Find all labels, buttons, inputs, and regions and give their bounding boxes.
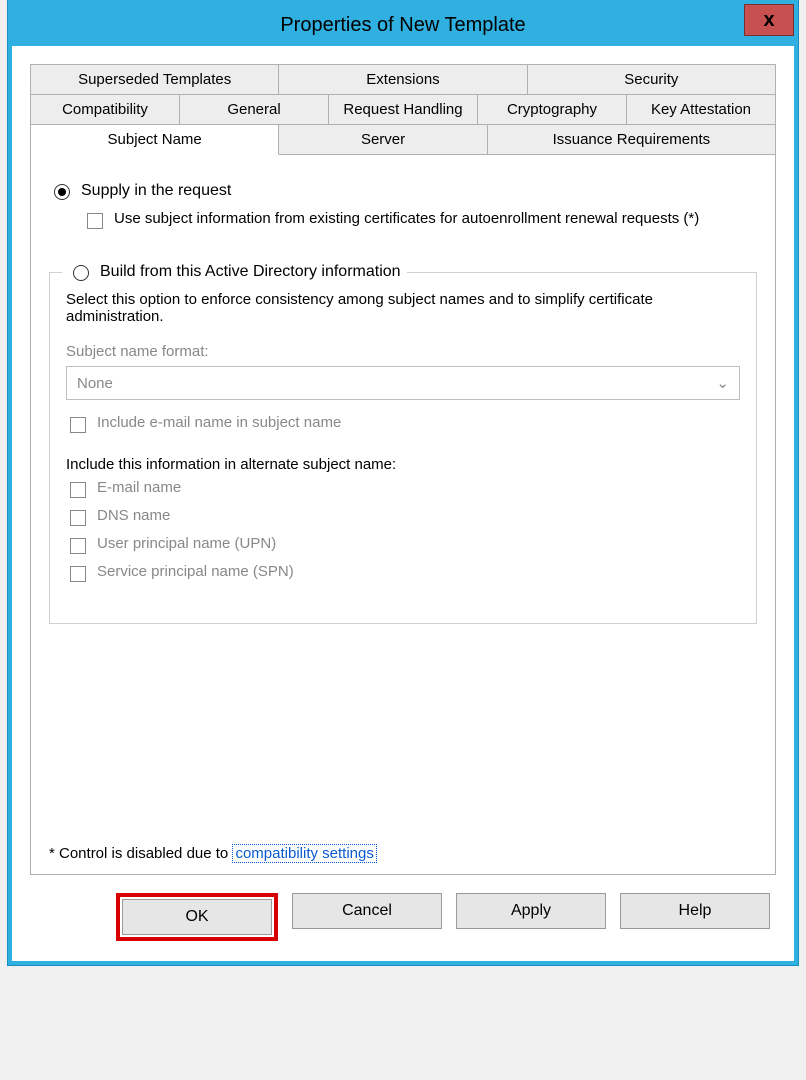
checkbox-spn-row: Service principal name (SPN): [66, 563, 740, 585]
checkbox-include-email-row: Include e-mail name in subject name: [66, 414, 740, 436]
checkbox-spn-label: Service principal name (SPN): [97, 563, 294, 580]
tab-key-attestation[interactable]: Key Attestation: [627, 95, 775, 124]
title-bar: Properties of New Template x: [12, 4, 794, 46]
tab-row-1: Superseded Templates Extensions Security: [31, 64, 775, 94]
tab-panel-subject-name: Supply in the request Use subject inform…: [30, 155, 776, 875]
apply-button[interactable]: Apply: [456, 893, 606, 929]
tab-general[interactable]: General: [180, 95, 329, 124]
tab-row-2: Compatibility General Request Handling C…: [31, 94, 775, 124]
tab-strip: Superseded Templates Extensions Security…: [30, 64, 776, 155]
tab-security[interactable]: Security: [528, 65, 775, 94]
footnote: * Control is disabled due to compatibili…: [49, 845, 377, 862]
tab-subject-name[interactable]: Subject Name: [31, 125, 279, 155]
group-build-from-ad: Build from this Active Directory informa…: [49, 272, 757, 624]
dialog-button-row: OK Cancel Apply Help: [30, 875, 776, 947]
tab-cryptography[interactable]: Cryptography: [478, 95, 627, 124]
dialog-body: Superseded Templates Extensions Security…: [12, 46, 794, 961]
checkbox-spn[interactable]: [70, 566, 86, 582]
checkbox-include-email-label: Include e-mail name in subject name: [97, 414, 341, 431]
checkbox-upn-row: User principal name (UPN): [66, 535, 740, 557]
subject-name-format-select[interactable]: None ⌄: [66, 366, 740, 400]
tab-extensions[interactable]: Extensions: [279, 65, 527, 94]
tab-server[interactable]: Server: [279, 125, 487, 154]
ok-highlight: OK: [116, 893, 278, 941]
checkbox-use-existing-row: Use subject information from existing ce…: [83, 210, 757, 232]
cancel-button[interactable]: Cancel: [292, 893, 442, 929]
close-button[interactable]: x: [744, 4, 794, 36]
tab-superseded-templates[interactable]: Superseded Templates: [31, 65, 279, 94]
tab-issuance-requirements[interactable]: Issuance Requirements: [488, 125, 775, 154]
checkbox-email-name[interactable]: [70, 482, 86, 498]
checkbox-email-name-row: E-mail name: [66, 479, 740, 501]
compatibility-settings-link[interactable]: compatibility settings: [232, 844, 376, 863]
subject-name-format-value: None: [77, 375, 113, 392]
checkbox-use-existing-label: Use subject information from existing ce…: [114, 210, 699, 227]
radio-build-label: Build from this Active Directory informa…: [100, 263, 401, 281]
radio-supply-in-request-row: Supply in the request: [49, 181, 757, 200]
tab-request-handling[interactable]: Request Handling: [329, 95, 478, 124]
subject-name-format-label: Subject name format:: [66, 343, 740, 360]
dialog-title: Properties of New Template: [280, 14, 525, 37]
checkbox-upn-label: User principal name (UPN): [97, 535, 276, 552]
radio-build-from-ad-row: Build from this Active Directory informa…: [62, 262, 407, 281]
checkbox-use-existing[interactable]: [87, 213, 103, 229]
checkbox-dns-name-row: DNS name: [66, 507, 740, 529]
checkbox-upn[interactable]: [70, 538, 86, 554]
chevron-down-icon: ⌄: [716, 374, 729, 392]
radio-supply-label: Supply in the request: [81, 182, 231, 200]
tab-compatibility[interactable]: Compatibility: [31, 95, 180, 124]
close-icon: x: [763, 9, 774, 32]
tab-row-3: Subject Name Server Issuance Requirement…: [31, 124, 775, 154]
footnote-text: * Control is disabled due to: [49, 845, 232, 862]
checkbox-dns-name[interactable]: [70, 510, 86, 526]
build-description: Select this option to enforce consistenc…: [66, 291, 740, 325]
radio-supply-in-request[interactable]: [54, 184, 70, 200]
help-button[interactable]: Help: [620, 893, 770, 929]
ok-button[interactable]: OK: [122, 899, 272, 935]
checkbox-email-name-label: E-mail name: [97, 479, 181, 496]
radio-build-from-ad[interactable]: [73, 265, 89, 281]
dialog-properties-new-template: Properties of New Template x Superseded …: [8, 0, 798, 965]
checkbox-dns-name-label: DNS name: [97, 507, 170, 524]
alt-subject-header: Include this information in alternate su…: [66, 456, 740, 473]
checkbox-include-email[interactable]: [70, 417, 86, 433]
